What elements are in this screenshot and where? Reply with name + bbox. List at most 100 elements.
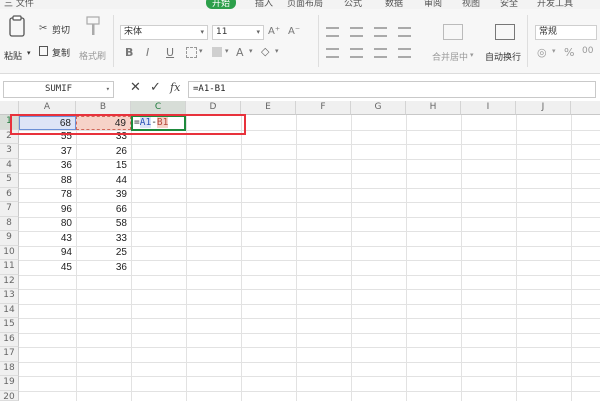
cell-b8[interactable]: 58 — [76, 217, 131, 231]
cell-a1[interactable]: 68 — [19, 115, 76, 130]
cell-b6[interactable]: 39 — [76, 188, 131, 202]
row-header-18[interactable]: 18 — [0, 361, 19, 376]
cell-b1[interactable]: 49 — [76, 115, 131, 130]
copy-icon[interactable] — [39, 46, 48, 56]
align-bottom-icon[interactable] — [374, 27, 387, 37]
cell-a9[interactable]: 43 — [19, 232, 76, 246]
menu-layout-tab[interactable]: 页面布局 — [287, 0, 323, 9]
eraser-icon[interactable]: ◇ — [261, 45, 269, 58]
cell-a10[interactable]: 94 — [19, 246, 76, 260]
row-header-9[interactable]: 9 — [0, 231, 19, 246]
row-header-12[interactable]: 12 — [0, 274, 19, 289]
menu-home-tab[interactable]: 开始 — [206, 0, 237, 9]
column-header-c[interactable]: C — [131, 101, 186, 115]
menu-formula-tab[interactable]: 公式 — [344, 0, 362, 9]
percent-icon[interactable]: % — [564, 46, 574, 59]
cell-b2[interactable]: 33 — [76, 130, 131, 144]
column-header-g[interactable]: G — [351, 101, 406, 115]
align-top-icon[interactable] — [326, 27, 339, 37]
row-header-3[interactable]: 3 — [0, 144, 19, 159]
row-header-7[interactable]: 7 — [0, 202, 19, 217]
cell-b3[interactable]: 26 — [76, 145, 131, 159]
cell-b7[interactable]: 66 — [76, 203, 131, 217]
row-header-8[interactable]: 8 — [0, 216, 19, 231]
cell-b4[interactable]: 15 — [76, 159, 131, 173]
menu-data-tab[interactable]: 数据 — [385, 0, 403, 9]
cell-a7[interactable]: 96 — [19, 203, 76, 217]
cell-a4[interactable]: 36 — [19, 159, 76, 173]
number-format-select[interactable]: 常规 — [535, 25, 597, 40]
row-header-1[interactable]: 1 — [0, 115, 19, 130]
formula-input[interactable]: =A1-B1 — [188, 81, 596, 98]
menu-review-tab[interactable]: 审阅 — [424, 0, 442, 9]
select-all-corner[interactable] — [0, 101, 19, 115]
align-center-icon[interactable] — [350, 48, 363, 58]
column-header-b[interactable]: B — [76, 101, 131, 115]
paste-dropdown-icon[interactable]: ▾ — [27, 49, 31, 57]
cell-a2[interactable]: 55 — [19, 130, 76, 144]
currency-icon[interactable]: ◎ — [537, 46, 547, 59]
menu-view-tab[interactable]: 视图 — [462, 0, 480, 9]
name-box[interactable]: SUMIF ▾ — [3, 81, 114, 98]
menu-insert-tab[interactable]: 插入 — [255, 0, 273, 9]
cell-b11[interactable]: 36 — [76, 261, 131, 275]
font-color-icon[interactable]: A — [236, 46, 244, 59]
wrap-text-icon[interactable] — [495, 24, 515, 40]
comma-style-icon[interactable]: 00 — [582, 46, 593, 56]
cell-b9[interactable]: 33 — [76, 232, 131, 246]
align-left-icon[interactable] — [326, 48, 339, 58]
column-header-a[interactable]: A — [19, 101, 76, 115]
row-header-17[interactable]: 17 — [0, 347, 19, 362]
fill-dropdown-icon[interactable]: ▾ — [225, 47, 229, 55]
grow-font-icon[interactable]: A⁺ — [268, 26, 280, 37]
border-dropdown-icon[interactable]: ▾ — [199, 47, 203, 55]
font-size-select[interactable]: 11 ▾ — [212, 25, 264, 40]
enter-icon[interactable]: ✓ — [150, 80, 161, 95]
column-header-h[interactable]: H — [406, 101, 461, 115]
menu-developer-tab[interactable]: 开发工具 — [537, 0, 573, 9]
row-header-20[interactable]: 20 — [0, 390, 19, 402]
paste-icon[interactable] — [8, 15, 26, 37]
row-header-19[interactable]: 19 — [0, 376, 19, 391]
bold-icon[interactable]: B — [125, 46, 133, 59]
font-name-select[interactable]: 宋体 ▾ — [120, 25, 208, 40]
merge-dropdown-icon[interactable]: ▾ — [470, 51, 474, 59]
cell-a3[interactable]: 37 — [19, 145, 76, 159]
row-header-15[interactable]: 15 — [0, 318, 19, 333]
clear-dropdown-icon[interactable]: ▾ — [275, 47, 279, 55]
align-right-icon[interactable] — [374, 48, 387, 58]
active-cell-c1[interactable]: =A1-B1 — [131, 114, 186, 131]
row-header-11[interactable]: 11 — [0, 260, 19, 275]
row-header-10[interactable]: 10 — [0, 245, 19, 260]
row-header-14[interactable]: 14 — [0, 303, 19, 318]
cell-b10[interactable]: 25 — [76, 246, 131, 260]
menu-security-tab[interactable]: 安全 — [500, 0, 518, 9]
currency-dropdown-icon[interactable]: ▾ — [552, 47, 556, 55]
column-header-f[interactable]: F — [296, 101, 351, 115]
column-header-j[interactable]: J — [516, 101, 571, 115]
font-color-dropdown-icon[interactable]: ▾ — [249, 47, 253, 55]
wrap-text-button[interactable]: 自动换行 — [485, 50, 521, 63]
border-icon[interactable] — [186, 47, 197, 58]
column-header-e[interactable]: E — [241, 101, 296, 115]
row-header-6[interactable]: 6 — [0, 187, 19, 202]
cancel-icon[interactable]: ✕ — [130, 80, 141, 95]
italic-icon[interactable]: I — [146, 46, 149, 59]
merge-center-label[interactable]: 合并居中 — [432, 50, 468, 63]
row-header-4[interactable]: 4 — [0, 158, 19, 173]
column-header-d[interactable]: D — [186, 101, 241, 115]
indent-icon[interactable] — [398, 27, 411, 37]
align-middle-icon[interactable] — [350, 27, 363, 37]
cell-a6[interactable]: 78 — [19, 188, 76, 202]
scissors-icon[interactable]: ✂ — [39, 23, 47, 34]
column-header-k[interactable] — [571, 101, 600, 115]
cell-a5[interactable]: 88 — [19, 174, 76, 188]
merge-center-icon[interactable] — [443, 24, 463, 40]
cell-a8[interactable]: 80 — [19, 217, 76, 231]
row-header-2[interactable]: 2 — [0, 129, 19, 144]
format-painter-icon[interactable] — [85, 15, 101, 37]
row-header-13[interactable]: 13 — [0, 289, 19, 304]
format-painter-label[interactable]: 格式刷 — [79, 49, 106, 62]
underline-icon[interactable]: U — [166, 46, 174, 59]
shrink-font-icon[interactable]: A⁻ — [288, 26, 300, 37]
